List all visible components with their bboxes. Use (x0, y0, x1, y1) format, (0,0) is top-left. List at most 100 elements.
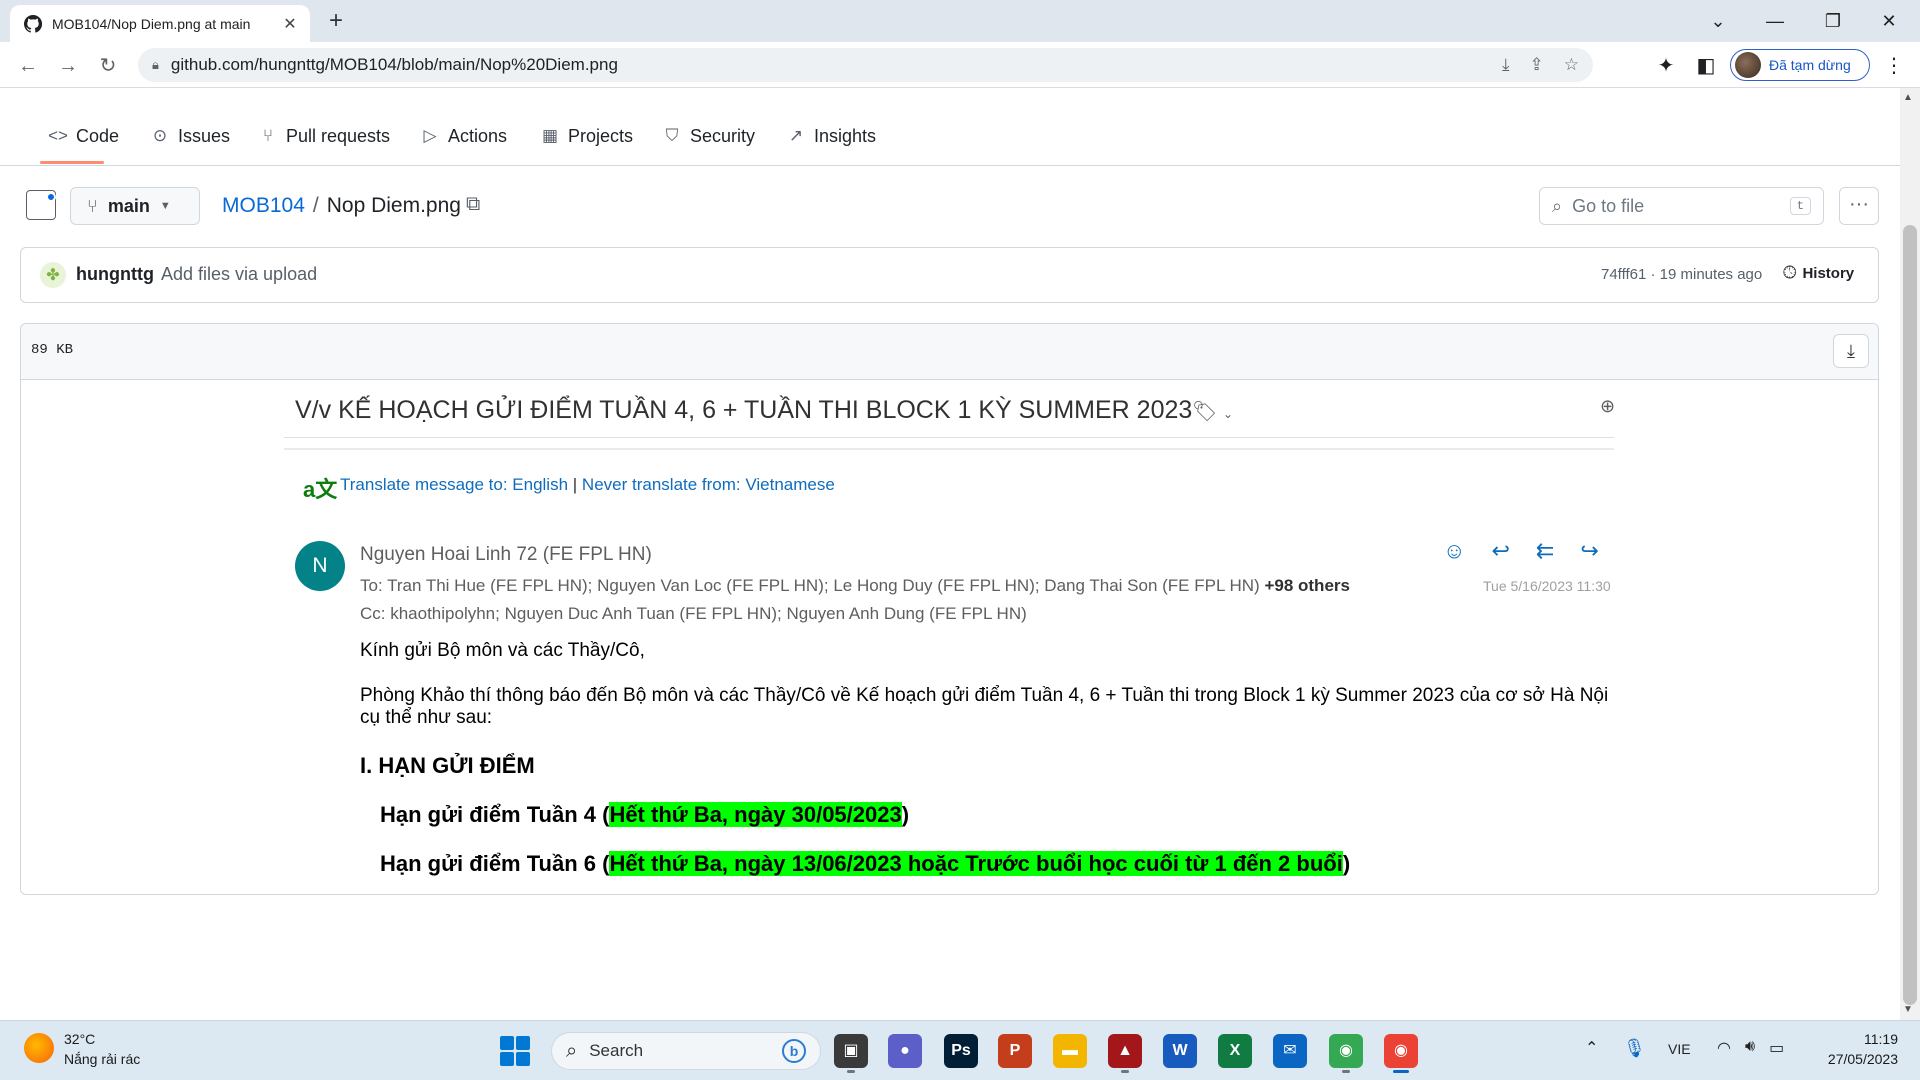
clock-date[interactable]: 27/05/2023 (1814, 1051, 1898, 1067)
history-button[interactable]: 🕓︎ History (1783, 263, 1854, 283)
deadline-week-4: Hạn gửi điểm Tuần 4 (Hết thứ Ba, ngày 30… (380, 802, 909, 828)
history-label: History (1802, 264, 1855, 282)
history-icon: 🕓︎ (1783, 263, 1797, 282)
email-actions: ☺ ↩ ⇇ ↪ (1443, 538, 1599, 564)
email-greeting: Kính gửi Bộ môn và các Thầy/Cô, (360, 640, 645, 661)
translate-separator: | (568, 475, 582, 494)
zoom-icon: ⊕ (1600, 396, 1616, 416)
taskbar-app-red-icon[interactable]: ▲ (1108, 1034, 1142, 1068)
tab-actions[interactable]: ▷ Actions (420, 122, 507, 150)
wifi-icon[interactable]: ◠ (1717, 1038, 1731, 1058)
more-options-button[interactable]: ··· (1839, 187, 1879, 225)
reload-icon[interactable]: ↻ (92, 50, 124, 82)
github-icon (24, 14, 42, 33)
tab-search-icon[interactable]: ⌄ (1695, 6, 1741, 36)
caret-down-icon: ▼ (159, 200, 171, 212)
tab-projects[interactable]: ▦ Projects (540, 122, 633, 150)
windows-start-icon[interactable] (500, 1036, 530, 1066)
scrollbar-thumb[interactable] (1903, 225, 1917, 1005)
tab-actions-label: Actions (448, 125, 508, 146)
author-avatar[interactable]: ✤ (40, 262, 66, 288)
never-translate-link: Never translate from: Vietnamese (581, 475, 835, 494)
file-size: 89 KB (31, 342, 74, 358)
taskbar-search[interactable]: ⌕ Search b (551, 1032, 821, 1070)
microphone-icon[interactable]: 🎙︎ (1623, 1038, 1646, 1059)
commit-message[interactable]: Add files via upload (161, 264, 317, 285)
taskbar-chrome-profile-2-icon[interactable]: ◉ (1384, 1034, 1418, 1068)
shortcut-key: t (1789, 197, 1811, 215)
divider (284, 448, 1614, 450)
minimize-icon[interactable]: — (1752, 6, 1798, 36)
address-bar[interactable]: 🔒︎ github.com/hungnttg/MOB104/blob/main/… (138, 48, 1593, 82)
bing-icon[interactable]: b (782, 1039, 806, 1063)
tab-security[interactable]: ⛉ Security (662, 122, 755, 150)
lock-icon: 🔒︎ (152, 57, 159, 72)
go-to-file-input[interactable]: ⌕ Go to file t (1539, 187, 1824, 225)
active-tab-underline (40, 161, 104, 164)
taskbar-teams-icon[interactable]: ● (888, 1034, 922, 1068)
input-language[interactable]: VIE (1668, 1041, 1691, 1057)
window-close-icon[interactable]: ✕ (1866, 6, 1912, 36)
search-icon: ⌕ (1552, 195, 1563, 216)
restore-icon[interactable]: ❐ (1810, 6, 1856, 36)
install-icon[interactable]: ⤓ (1502, 55, 1510, 75)
tab-code[interactable]: <> Code (48, 122, 119, 150)
url-text[interactable]: github.com/hungnttg/MOB104/blob/main/Nop… (171, 55, 1490, 75)
browser-tab[interactable]: MOB104/Nop Diem.png at main ✕ (10, 5, 310, 42)
taskbar-mail-icon[interactable]: ✉ (1273, 1034, 1307, 1068)
label-icon: 🏷︎ ⌄ (1192, 401, 1234, 423)
tab-pull-requests[interactable]: ⑂ Pull requests (258, 122, 390, 150)
tab-insights[interactable]: ↗ Insights (786, 122, 876, 150)
table-icon: ▦ (541, 126, 559, 145)
taskbar-photoshop-icon[interactable]: Ps (944, 1034, 978, 1068)
profile-button[interactable]: Đã tạm dừng (1730, 49, 1870, 81)
commit-meta[interactable]: 74fff61 · 19 minutes ago (1601, 266, 1762, 283)
tab-projects-label: Projects (568, 125, 634, 146)
branch-selector[interactable]: ⑂ main ▼ (70, 187, 200, 225)
graph-icon: ↗ (788, 126, 804, 145)
scroll-down-icon[interactable]: ▼ (1903, 1004, 1913, 1015)
download-icon[interactable]: ⤓ (1833, 334, 1869, 368)
deadline-2-highlight: Hết thứ Ba, ngày 13/06/2023 hoặc Trước b… (609, 851, 1343, 876)
taskbar-search-label: Search (589, 1041, 644, 1060)
bookmark-star-icon[interactable]: ☆ (1564, 55, 1579, 75)
translate-icon: a文 (303, 477, 338, 502)
taskbar-task-view-icon[interactable]: ▣ (834, 1034, 868, 1068)
taskbar-excel-icon[interactable]: X (1218, 1034, 1252, 1068)
system-tray: ◠ 🔊︎ ▭ (1717, 1038, 1784, 1058)
battery-icon[interactable]: ▭ (1769, 1038, 1784, 1058)
forward-icon[interactable]: → (52, 50, 84, 82)
taskbar-word-icon[interactable]: W (1163, 1034, 1197, 1068)
back-icon[interactable]: ← (12, 50, 44, 82)
volume-icon[interactable]: 🔊︎ (1745, 1038, 1755, 1058)
breadcrumb-separator: / (312, 194, 319, 217)
share-icon[interactable]: ⇪ (1530, 55, 1544, 75)
deadline-2-label: Hạn gửi điểm Tuần 6 ( (380, 851, 610, 876)
tray-overflow-icon[interactable]: ⌃ (1585, 1038, 1598, 1058)
scroll-up-icon[interactable]: ▲ (1903, 92, 1913, 103)
tab-issues[interactable]: ⊙ Issues (150, 122, 230, 150)
translate-bar: Translate message to: English | Never tr… (340, 475, 835, 495)
shield-icon: ⛉ (665, 126, 679, 145)
taskbar-chrome-profile-1-icon[interactable]: ◉ (1329, 1034, 1363, 1068)
to-recipients: To: Tran Thi Hue (FE FPL HN); Nguyen Van… (360, 576, 1265, 595)
taskbar-powerpoint-icon[interactable]: P (998, 1034, 1032, 1068)
side-panel-icon[interactable]: ◧ (1690, 50, 1722, 82)
extensions-icon[interactable]: ✦ (1650, 50, 1682, 82)
profile-label: Đã tạm dừng (1769, 57, 1851, 73)
weather-icon[interactable] (24, 1033, 54, 1063)
tab-close-icon[interactable]: ✕ (280, 14, 300, 34)
breadcrumb-repo-link[interactable]: MOB104 (222, 194, 305, 218)
breadcrumb-file: Nop Diem.png (326, 194, 461, 217)
commit-author[interactable]: hungnttg (76, 264, 154, 285)
breadcrumb: MOB104 / Nop Diem.png (222, 192, 461, 220)
weather-description[interactable]: Nắng rải rác (64, 1051, 140, 1067)
copy-path-icon[interactable]: ⧉ (466, 193, 480, 216)
taskbar-file-explorer-icon[interactable]: ▬ (1053, 1034, 1087, 1068)
chrome-menu-icon[interactable]: ⋮ (1878, 50, 1910, 82)
new-tab-button[interactable]: + (322, 8, 350, 36)
emoji-icon: ☺ (1443, 538, 1466, 563)
weather-temperature[interactable]: 32°C (64, 1031, 95, 1047)
tab-pull-requests-label: Pull requests (286, 125, 391, 146)
clock-time[interactable]: 11:19 (1822, 1031, 1898, 1047)
